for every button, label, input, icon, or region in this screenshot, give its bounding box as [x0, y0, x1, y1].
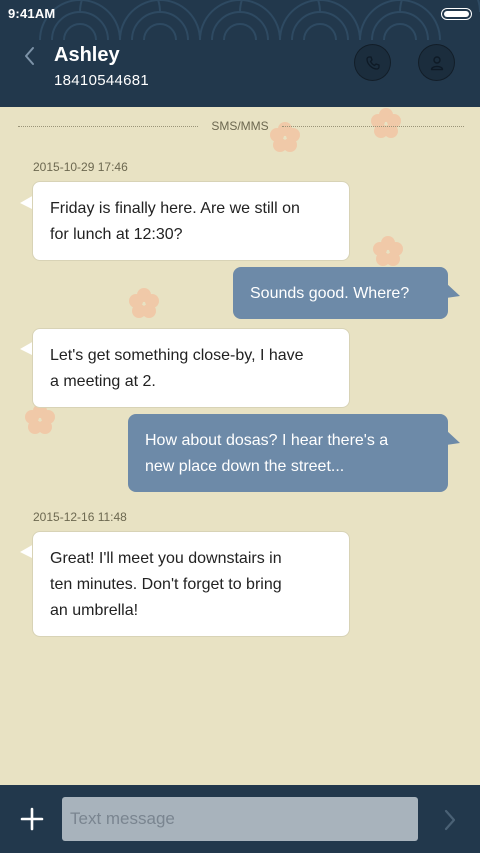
message-line: ten minutes. Don't forget to bring: [50, 576, 282, 593]
add-attachment-button[interactable]: [20, 807, 44, 831]
call-button[interactable]: [354, 44, 391, 81]
message-line: Sounds good. Where?: [250, 285, 410, 302]
message-line: new place down the street...: [145, 458, 345, 475]
battery-icon: [441, 8, 472, 20]
message-line: an umbrella!: [50, 602, 139, 619]
message-timestamp: 2015-10-29 17:46: [33, 160, 128, 174]
message-bubble-incoming[interactable]: Great! I'll meet you downstairs in ten m…: [32, 531, 350, 637]
message-bubble-outgoing[interactable]: Sounds good. Where?: [233, 267, 448, 319]
message-line: a meeting at 2.: [50, 373, 156, 390]
back-button[interactable]: [18, 42, 44, 72]
status-time: 9:41AM: [8, 6, 56, 21]
message-line: Great! I'll meet you downstairs in: [50, 550, 282, 567]
conversation-header: 9:41AM Ashley 18410544681: [0, 0, 480, 107]
bubble-tail: [446, 283, 460, 298]
contact-number: 18410544681: [54, 72, 150, 89]
message-bubble-outgoing[interactable]: How about dosas? I hear there's a new pl…: [128, 414, 448, 492]
phone-icon: [365, 55, 380, 70]
contact-name: Ashley: [54, 44, 120, 66]
message-composer: [0, 785, 480, 853]
battery-level: [444, 11, 469, 17]
chevron-right-icon: [444, 809, 456, 831]
message-line: for lunch at 12:30?: [50, 226, 183, 243]
message-timestamp: 2015-12-16 11:48: [33, 510, 127, 524]
message-thread[interactable]: SMS/MMS 2015-10-29 17:46 Friday is final…: [0, 107, 480, 785]
flower-decoration: [373, 236, 403, 266]
divider-line: [282, 126, 464, 127]
status-bar: 9:41AM: [0, 0, 480, 28]
message-line: How about dosas? I hear there's a: [145, 432, 389, 449]
person-icon: [430, 55, 443, 70]
message-input[interactable]: [62, 797, 418, 841]
message-bubble-incoming[interactable]: Friday is finally here. Are we still on …: [32, 181, 350, 261]
message-line: Let's get something close-by, I have: [50, 347, 304, 364]
send-button[interactable]: [440, 807, 460, 833]
flower-decoration: [129, 288, 159, 318]
plus-icon: [20, 807, 44, 831]
message-line: Friday is finally here. Are we still on: [50, 200, 300, 217]
message-bubble-incoming[interactable]: Let's get something close-by, I have a m…: [32, 328, 350, 408]
bubble-tail: [446, 430, 460, 445]
chevron-left-icon: [25, 47, 34, 65]
contact-profile-button[interactable]: [418, 44, 455, 81]
